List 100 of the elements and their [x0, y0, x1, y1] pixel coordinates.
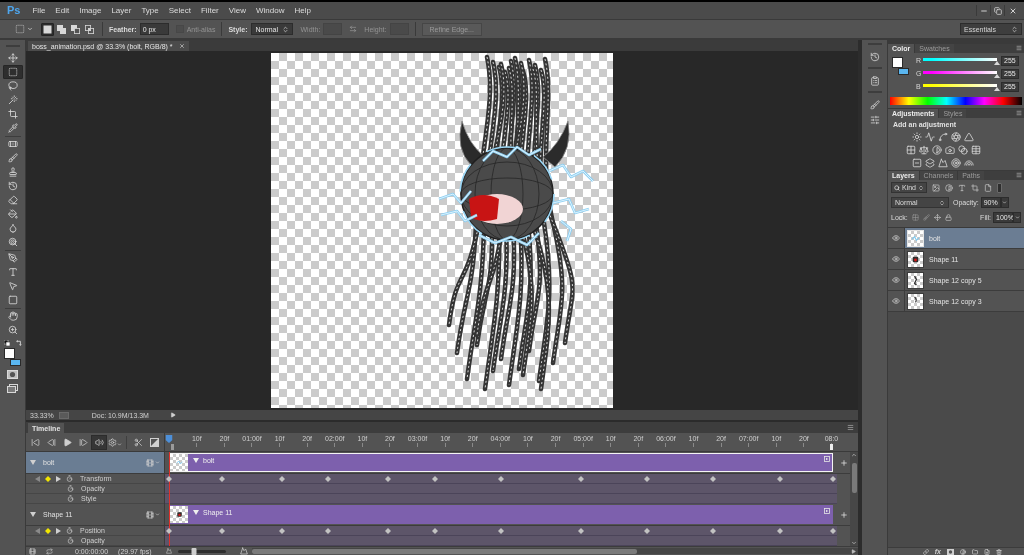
keyframe-icon[interactable] [325, 528, 332, 534]
background-color-swatch[interactable] [10, 359, 21, 366]
left-triangle-icon[interactable] [35, 475, 40, 482]
menu-item[interactable]: Help [290, 6, 315, 15]
color-spectrum-bar[interactable] [890, 97, 1022, 105]
menu-item[interactable]: Filter [197, 6, 223, 15]
keyframe-icon[interactable] [710, 528, 717, 534]
keyframe-icon[interactable] [577, 476, 584, 482]
right-triangle-icon[interactable] [56, 475, 61, 482]
menu-item[interactable]: Layer [107, 6, 136, 15]
eye-icon[interactable] [892, 276, 900, 284]
playhead-marker[interactable] [165, 435, 173, 443]
add-media-icon[interactable] [839, 458, 848, 467]
scrollbar-thumb[interactable] [251, 548, 637, 554]
marquee-tool-button[interactable] [2, 65, 23, 79]
clip-end-icon[interactable] [824, 456, 830, 462]
restore-button[interactable] [990, 5, 1004, 16]
keyframe-diamond-icon[interactable] [45, 527, 51, 534]
stopwatch-icon[interactable] [67, 495, 74, 502]
selection-mode-button[interactable] [41, 22, 54, 36]
panel-menu-icon[interactable] [1016, 110, 1022, 116]
move-lock-icon[interactable] [933, 214, 941, 221]
keyframe-icon[interactable] [219, 476, 226, 482]
large-mountain-icon[interactable] [239, 547, 248, 555]
eye-icon[interactable] [892, 297, 900, 305]
keyframe-icon[interactable] [776, 528, 783, 534]
audio-button[interactable] [91, 434, 107, 450]
film-icon[interactable] [29, 547, 36, 555]
file-filter-icon[interactable] [984, 183, 992, 192]
keyframe-icon[interactable] [710, 476, 717, 482]
foreground-color-swatch[interactable] [4, 348, 15, 359]
add-media-icon[interactable] [839, 510, 848, 519]
selection-mode-button[interactable] [83, 22, 96, 36]
opacity-slider-button[interactable] [1000, 197, 1009, 208]
keyframe-icon[interactable] [498, 476, 504, 482]
keyframe-icon[interactable] [219, 528, 226, 534]
menu-item[interactable]: Type [137, 6, 163, 15]
slider-thumb[interactable] [994, 87, 1000, 91]
keyframe-icon[interactable] [385, 476, 392, 482]
stopwatch-icon[interactable] [67, 537, 74, 544]
adjustment-button[interactable] [971, 145, 981, 155]
foreground-color-swatch[interactable] [892, 57, 903, 68]
keyframe-icon[interactable] [431, 476, 438, 482]
menu-item[interactable]: Select [164, 6, 195, 15]
panel-menu-icon[interactable] [1016, 172, 1022, 178]
keyframe-icon[interactable] [385, 528, 392, 534]
trash-icon[interactable] [996, 548, 1002, 555]
tool-preset-picker[interactable] [15, 22, 33, 36]
crop-filter-icon[interactable] [971, 183, 979, 192]
disclosure-triangle-icon[interactable] [30, 512, 36, 517]
selection-mode-button[interactable] [69, 22, 82, 36]
keyframe-icon[interactable] [644, 476, 651, 482]
keyframe-icon[interactable] [644, 528, 651, 534]
clip-end-icon[interactable] [824, 508, 830, 514]
quick-mask-icon[interactable] [7, 370, 18, 379]
stopwatch-icon[interactable] [66, 527, 73, 534]
type-filter-icon[interactable] [958, 183, 966, 192]
fill-slider-button[interactable] [1013, 212, 1021, 223]
keyframe-icon[interactable] [776, 476, 783, 482]
eye-icon[interactable] [892, 234, 900, 242]
adjustment-button[interactable] [964, 131, 974, 142]
selection-mode-button[interactable] [55, 22, 68, 36]
filter-toggle[interactable] [997, 182, 1002, 193]
slider-thumb[interactable] [191, 547, 197, 555]
small-mountain-icon[interactable] [165, 548, 172, 554]
adjustment-button[interactable] [945, 145, 955, 155]
adjustment-button[interactable] [951, 131, 961, 142]
adjustment-button[interactable] [951, 158, 961, 169]
panel-menu-icon[interactable] [1016, 45, 1022, 51]
link-icon[interactable] [922, 548, 929, 555]
zoom-slider[interactable] [177, 549, 226, 553]
keyframe-icon[interactable] [830, 528, 836, 534]
menu-item[interactable]: Window [251, 6, 289, 15]
adjustment-button[interactable] [925, 131, 935, 142]
keyframe-icon[interactable] [830, 476, 836, 482]
minimize-button[interactable] [976, 5, 990, 16]
adjustment-button[interactable] [919, 145, 929, 155]
swap-colors-icon[interactable] [15, 340, 22, 346]
stopwatch-icon[interactable] [67, 485, 74, 492]
keyframe-icon[interactable] [166, 476, 172, 482]
work-area-handle[interactable] [171, 444, 174, 450]
screen-mode-icon[interactable] [7, 384, 18, 393]
keyframe-icon[interactable] [166, 528, 172, 534]
adjustment-button[interactable] [958, 145, 968, 155]
menu-item[interactable]: Image [75, 6, 106, 15]
keyframe-icon[interactable] [577, 528, 584, 534]
keyframe-icon[interactable] [431, 528, 438, 534]
scrollbar-thumb[interactable] [851, 463, 857, 493]
adjustment-button[interactable] [964, 158, 974, 169]
right-triangle-icon[interactable] [56, 527, 61, 534]
adjustment-button[interactable] [925, 158, 935, 169]
stopwatch-icon[interactable] [66, 475, 73, 482]
adjustment-button[interactable] [938, 158, 948, 169]
grid-lock-icon[interactable] [911, 214, 919, 221]
folder-icon[interactable] [972, 548, 978, 555]
keyframe-icon[interactable] [278, 528, 285, 534]
lock-icon[interactable] [944, 214, 952, 221]
mask-icon[interactable] [947, 548, 954, 555]
scrollbar-track[interactable] [850, 452, 858, 546]
menu-item[interactable]: Edit [51, 6, 74, 15]
